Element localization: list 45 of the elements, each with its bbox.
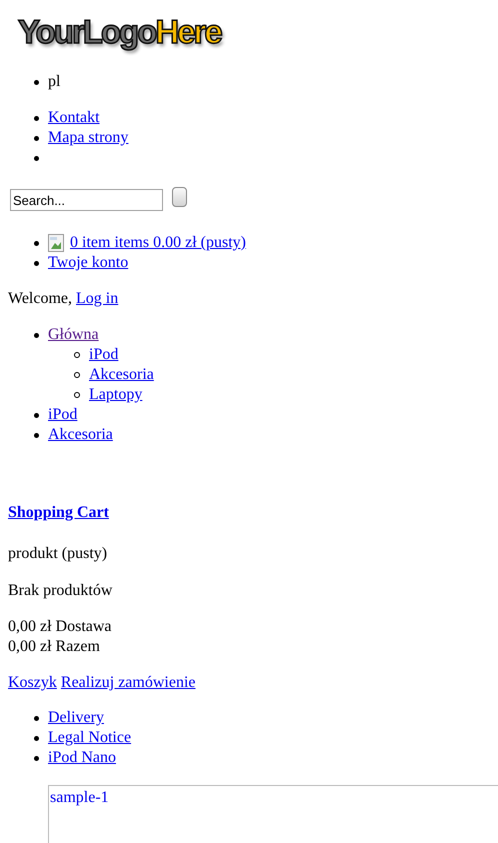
bullet-icon xyxy=(34,332,39,338)
total-label: Razem xyxy=(56,638,100,655)
category-link[interactable]: iPod xyxy=(48,405,78,425)
bullet-icon xyxy=(34,716,39,720)
bullet-icon xyxy=(34,736,39,740)
bullet-icon xyxy=(34,80,39,84)
logo[interactable]: YourLogoHere xyxy=(18,13,221,51)
bullet-icon xyxy=(74,352,80,358)
bullet-icon xyxy=(74,372,80,378)
bullet-icon xyxy=(34,756,39,760)
welcome-text: Welcome, xyxy=(8,290,72,307)
category-link[interactable]: iPod xyxy=(89,345,118,365)
bullet-icon xyxy=(34,240,39,246)
account-link[interactable]: Twoje konto xyxy=(48,253,128,273)
category-link[interactable]: Laptopy xyxy=(89,385,142,405)
bullet-icon xyxy=(34,156,39,160)
footer-link[interactable]: Legal Notice xyxy=(48,728,132,748)
bullet-icon xyxy=(74,392,80,398)
cart-link[interactable]: Koszyk xyxy=(8,674,57,691)
cart-heading-link[interactable]: Shopping Cart xyxy=(8,504,109,521)
category-link[interactable]: Główna xyxy=(48,325,99,345)
footer-link[interactable]: iPod Nano xyxy=(48,748,116,768)
search-field[interactable]: Search... xyxy=(10,189,163,211)
language-label: pl xyxy=(48,72,60,92)
frame-text: sample-1 xyxy=(50,789,109,806)
search-button[interactable] xyxy=(172,187,187,207)
category-link[interactable]: Akcesoria xyxy=(89,365,154,385)
empty-cart-message: Brak produktów xyxy=(8,582,112,599)
login-link[interactable]: Log in xyxy=(76,290,118,307)
footer-link[interactable]: Delivery xyxy=(48,708,104,728)
bullet-icon xyxy=(34,116,39,120)
nav-link[interactable]: Mapa strony xyxy=(48,128,128,148)
total-amount: 0,00 zł xyxy=(8,638,52,655)
total-amount: 0,00 zł xyxy=(8,618,52,635)
bullet-icon xyxy=(34,260,39,266)
broken-image-icon xyxy=(48,234,64,252)
bullet-icon xyxy=(34,432,39,438)
bullet-icon xyxy=(34,136,39,140)
bullet-icon xyxy=(34,412,39,418)
cart-link[interactable]: 0 item items 0.00 zł (pusty) xyxy=(70,233,246,253)
nav-link[interactable]: Kontakt xyxy=(48,108,100,128)
total-label: Dostawa xyxy=(56,618,112,635)
category-link[interactable]: Akcesoria xyxy=(48,425,113,445)
cart-product-text: produkt (pusty) xyxy=(8,545,108,562)
cart-link[interactable]: Realizuj zamówienie xyxy=(60,674,196,691)
